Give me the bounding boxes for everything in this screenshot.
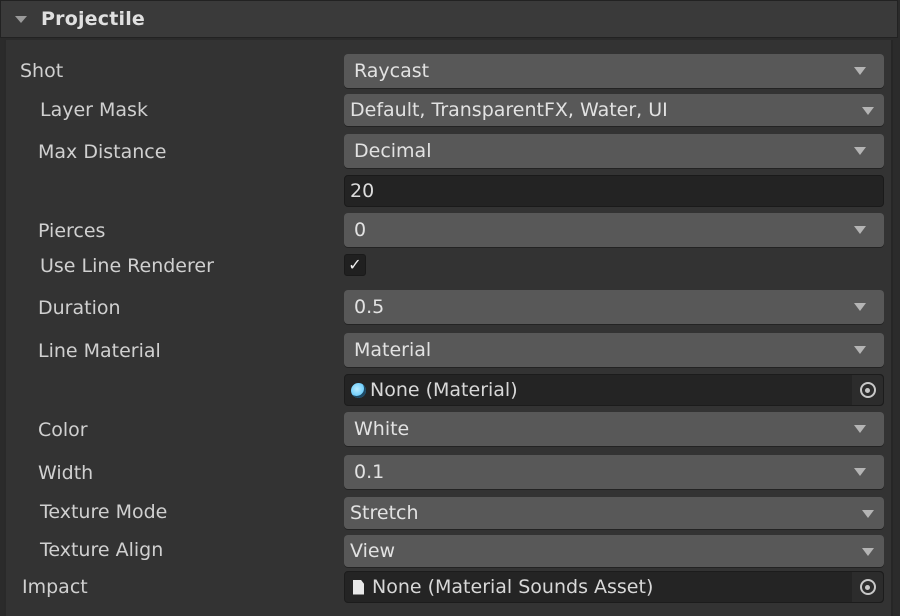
impact-object-value: None (Material Sounds Asset) <box>372 576 654 598</box>
object-picker-button[interactable] <box>852 572 883 602</box>
dropdown-arrow-icon <box>854 346 866 354</box>
max-distance-label: Max Distance <box>38 141 167 163</box>
inspector-panel <box>4 40 893 616</box>
layer-mask-dropdown[interactable]: Default, TransparentFX, Water, UI <box>344 94 884 126</box>
duration-label: Duration <box>38 297 121 319</box>
texture-align-label: Texture Align <box>40 539 164 561</box>
texture-align-dropdown[interactable]: View <box>344 535 884 567</box>
dropdown-arrow-icon <box>854 226 866 234</box>
object-picker-icon <box>859 382 876 398</box>
duration-dropdown[interactable]: 0.5 <box>344 290 884 324</box>
line-material-object-value: None (Material) <box>370 379 518 401</box>
texture-mode-label: Texture Mode <box>40 501 168 523</box>
layer-mask-label: Layer Mask <box>40 99 148 121</box>
max-distance-mode-value: Decimal <box>354 140 432 162</box>
foldout-arrow-icon[interactable] <box>15 15 27 23</box>
use-line-renderer-label: Use Line Renderer <box>40 255 214 277</box>
shot-dropdown[interactable]: Raycast <box>344 54 884 88</box>
section-header-projectile[interactable]: Projectile <box>0 0 898 38</box>
impact-object-field[interactable]: None (Material Sounds Asset) <box>344 571 884 603</box>
pierces-value: 0 <box>354 219 367 241</box>
duration-value: 0.5 <box>354 296 385 318</box>
width-label: Width <box>38 462 94 484</box>
shot-value: Raycast <box>354 60 430 82</box>
checkmark-icon: ✓ <box>348 255 362 274</box>
section-title: Projectile <box>41 8 146 30</box>
object-picker-icon <box>859 579 876 595</box>
dropdown-arrow-icon <box>854 468 866 476</box>
asset-file-icon <box>353 579 364 595</box>
width-value: 0.1 <box>354 461 385 483</box>
color-dropdown[interactable]: White <box>344 412 884 446</box>
dropdown-arrow-icon <box>862 548 874 556</box>
texture-align-value: View <box>350 540 396 562</box>
scrollbar-track[interactable] <box>893 40 900 616</box>
pierces-dropdown[interactable]: 0 <box>344 213 884 247</box>
texture-mode-value: Stretch <box>350 502 419 524</box>
object-picker-button[interactable] <box>852 375 883 405</box>
layer-mask-value: Default, TransparentFX, Water, UI <box>350 99 668 121</box>
dropdown-arrow-icon <box>854 425 866 433</box>
dropdown-arrow-icon <box>854 303 866 311</box>
color-label: Color <box>38 419 88 441</box>
texture-mode-dropdown[interactable]: Stretch <box>344 497 884 529</box>
shot-label: Shot <box>20 60 64 82</box>
dropdown-arrow-icon <box>854 147 866 155</box>
material-icon <box>351 382 366 398</box>
max-distance-input[interactable]: 20 <box>344 175 884 207</box>
use-line-renderer-checkbox[interactable]: ✓ <box>344 254 366 276</box>
max-distance-mode-dropdown[interactable]: Decimal <box>344 134 884 168</box>
pierces-label: Pierces <box>38 220 106 242</box>
line-material-mode-value: Material <box>354 339 432 361</box>
line-material-object-field[interactable]: None (Material) <box>344 374 884 406</box>
line-material-label: Line Material <box>38 340 161 362</box>
line-material-mode-dropdown[interactable]: Material <box>344 333 884 367</box>
color-value: White <box>354 418 410 440</box>
max-distance-value: 20 <box>350 180 375 202</box>
dropdown-arrow-icon <box>854 67 866 75</box>
dropdown-arrow-icon <box>862 107 874 115</box>
dropdown-arrow-icon <box>862 510 874 518</box>
width-dropdown[interactable]: 0.1 <box>344 455 884 489</box>
impact-label: Impact <box>22 576 88 598</box>
